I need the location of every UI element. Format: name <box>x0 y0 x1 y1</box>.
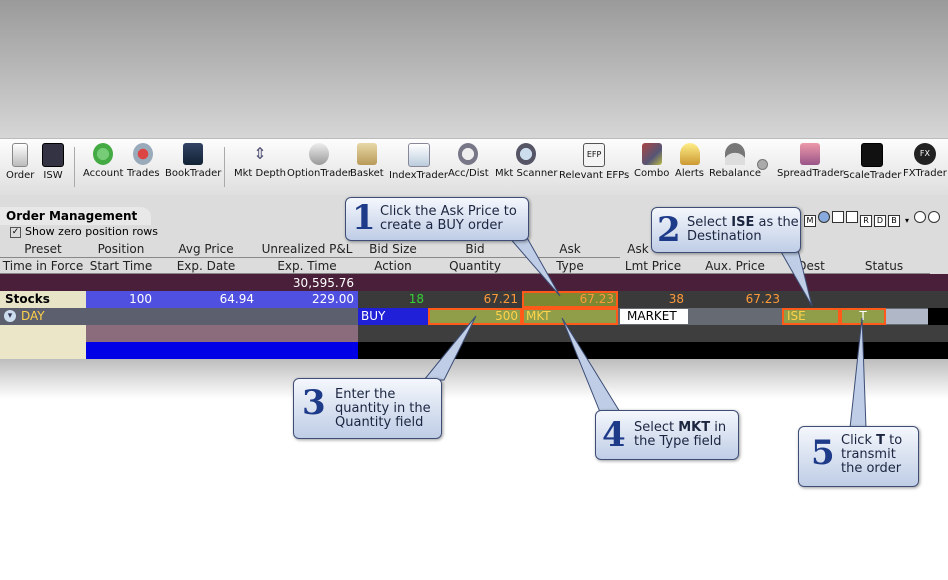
callout-5: 5 Click T to transmit the order <box>798 426 919 487</box>
callout-2: 2 Select ISE as the Destination <box>651 207 801 253</box>
callout-1-pointer <box>506 235 561 297</box>
callout-pointers <box>422 235 867 429</box>
callout-3: 3 Enter the quantity in the Quantity fie… <box>293 378 442 439</box>
callout-1: 1 Click the Ask Price to create a BUY or… <box>345 197 529 241</box>
callout-4-pointer <box>561 317 621 413</box>
callout-4: 4 Select MKT in the Type field <box>595 410 739 460</box>
callout-5-pointer <box>849 317 867 429</box>
callout-2-pointer <box>779 249 813 307</box>
callout-3-pointer <box>422 315 477 381</box>
